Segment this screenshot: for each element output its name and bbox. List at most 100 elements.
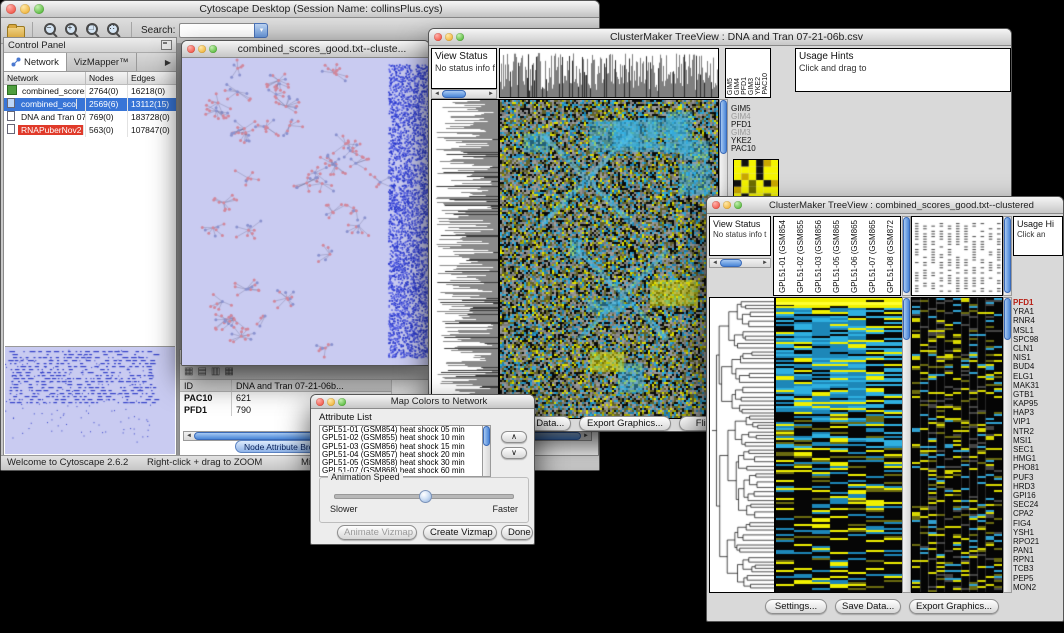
gene-label[interactable]: HMG1 — [1013, 454, 1063, 463]
select-attributes-icon[interactable]: ▦ — [184, 366, 193, 377]
export-graphics-button[interactable]: Export Graphics... — [579, 416, 671, 431]
array-column-label[interactable]: GPL51-02 (GSM855 — [796, 220, 805, 293]
network-graph-canvas[interactable] — [182, 58, 429, 365]
settings-button[interactable]: Settings... — [765, 599, 827, 614]
row-dendrogram-canvas[interactable] — [709, 297, 775, 593]
gene-label[interactable]: GIM5 — [727, 78, 734, 95]
gene-label[interactable]: SPC98 — [1013, 335, 1063, 344]
gene-label[interactable]: TCB3 — [1013, 564, 1063, 573]
main-window-titlebar[interactable]: Cytoscape Desktop (Session Name: collins… — [1, 1, 599, 18]
col-network[interactable]: Network — [4, 72, 86, 85]
scroll-left-icon[interactable]: ◄ — [710, 259, 720, 267]
create-vizmap-button[interactable]: Create Vizmap — [423, 525, 497, 540]
gene-label[interactable]: PAC10 — [762, 73, 769, 95]
gene-label[interactable]: YSH1 — [1013, 528, 1063, 537]
gene-label[interactable]: SEC24 — [1013, 500, 1063, 509]
gene-label[interactable]: PFD1 — [1013, 298, 1063, 307]
gene-label[interactable]: SEC1 — [1013, 445, 1063, 454]
minimize-icon[interactable] — [198, 45, 206, 53]
gene-label[interactable]: PEP5 — [1013, 574, 1063, 583]
scroll-right-icon[interactable]: ► — [486, 90, 496, 98]
scroll-right-icon[interactable]: ► — [760, 259, 770, 267]
minimize-icon[interactable] — [20, 4, 30, 14]
gene-label[interactable]: MSL1 — [1013, 326, 1063, 335]
gene-label[interactable]: RPN1 — [1013, 555, 1063, 564]
close-icon[interactable] — [316, 398, 324, 406]
gene-label[interactable]: PAN1 — [1013, 546, 1063, 555]
dialog-titlebar[interactable]: Map Colors to Network — [311, 395, 534, 409]
close-icon[interactable] — [434, 33, 442, 41]
gene-label[interactable]: KAP95 — [1013, 399, 1063, 408]
expression-heatmap-canvas[interactable] — [775, 297, 903, 593]
network-overview-panel[interactable] — [5, 346, 175, 454]
gene-label[interactable]: MAK31 — [1013, 381, 1063, 390]
done-button[interactable]: Done — [501, 525, 533, 540]
combo-dropdown-icon[interactable]: ▾ — [254, 23, 268, 38]
close-icon[interactable] — [712, 201, 720, 209]
gene-label[interactable]: GPI16 — [1013, 491, 1063, 500]
col-id[interactable]: ID — [180, 380, 232, 392]
array-column-label[interactable]: GPL51-03 (GSM856 — [814, 220, 823, 293]
col-attribute[interactable]: DNA and Tran 07-21-06b... — [232, 380, 392, 392]
gene-label[interactable]: HAP3 — [1013, 408, 1063, 417]
gene-label[interactable]: PHO81 — [1013, 463, 1063, 472]
gene-label[interactable]: YRA1 — [1013, 307, 1063, 316]
move-up-button[interactable]: ∧ — [501, 431, 527, 443]
gene-label[interactable]: CLN1 — [1013, 344, 1063, 353]
dendrogram-hscrollbar[interactable]: ◄ ► — [431, 89, 497, 99]
scroll-left-icon[interactable]: ◄ — [184, 432, 194, 440]
network-row[interactable]: combined_scores 2764(0) 16218(0) — [4, 85, 176, 98]
array-column-label[interactable]: GPL51-06 (GSM865 — [850, 220, 859, 293]
speed-slider-thumb[interactable] — [419, 490, 432, 503]
gene-label[interactable]: PAC10 — [731, 145, 783, 153]
col-nodes[interactable]: Nodes — [86, 72, 128, 85]
gene-label[interactable]: MON2 — [1013, 583, 1063, 592]
array-column-label[interactable]: GPL51-07 (GSM865 — [868, 220, 877, 293]
gene-label[interactable]: NTR2 — [1013, 427, 1063, 436]
close-icon[interactable] — [6, 4, 16, 14]
network-row[interactable]: RNAPuberNov2 563(0) 107847(0) — [4, 124, 176, 137]
dendrogram-hscrollbar[interactable]: ◄ ► — [709, 258, 771, 268]
column-dendrogram-canvas[interactable] — [499, 48, 719, 98]
float-panel-icon[interactable] — [161, 40, 172, 50]
maximize-icon[interactable] — [456, 33, 464, 41]
move-down-button[interactable]: ∨ — [501, 447, 527, 459]
minimize-icon[interactable] — [445, 33, 453, 41]
attribute-list-vscrollbar[interactable] — [482, 425, 491, 477]
import-attributes-icon[interactable]: ▦ — [224, 366, 233, 377]
maximize-icon[interactable] — [734, 201, 742, 209]
gene-label[interactable]: HRD3 — [1013, 482, 1063, 491]
export-graphics-button[interactable]: Export Graphics... — [909, 599, 999, 614]
gene-label[interactable]: ELG1 — [1013, 372, 1063, 381]
gene-label[interactable]: BUD4 — [1013, 362, 1063, 371]
save-data-button[interactable]: Save Data... — [835, 599, 901, 614]
tab-network[interactable]: Network — [4, 53, 67, 71]
gene-label[interactable]: RNR4 — [1013, 316, 1063, 325]
gene-label[interactable]: CPA2 — [1013, 509, 1063, 518]
minimize-icon[interactable] — [723, 201, 731, 209]
heatmap-vscrollbar[interactable] — [902, 297, 911, 593]
gene-label[interactable]: NIS1 — [1013, 353, 1063, 362]
array-column-label[interactable]: GPL51-08 (GSM872 — [886, 220, 895, 293]
array-column-label[interactable]: GPL51-01 (GSM854 — [778, 220, 787, 293]
attribute-list[interactable]: GPL51-01 (GSM854) heat shock 05 minGPL51… — [319, 425, 491, 477]
labels-vscrollbar[interactable] — [902, 216, 911, 296]
maximize-icon[interactable] — [338, 398, 346, 406]
gene-label[interactable]: VIP1 — [1013, 417, 1063, 426]
tab-vizmapper[interactable]: VizMapper™ — [67, 53, 137, 71]
attribute-matrix-icon[interactable]: ▥ — [211, 366, 220, 377]
zoom-heatmap-canvas[interactable] — [733, 159, 779, 201]
network-row-selected[interactable]: combined_sco 2569(6) 13112(15) — [4, 98, 176, 111]
tab-overflow-icon[interactable]: ▶ — [160, 53, 176, 71]
gene-label[interactable]: GIM4 — [734, 78, 741, 95]
attribute-table-icon[interactable]: ▤ — [197, 366, 206, 377]
gene-label[interactable]: RPO21 — [1013, 537, 1063, 546]
scroll-left-icon[interactable]: ◄ — [432, 90, 442, 98]
speed-slider-track[interactable] — [334, 494, 514, 499]
network-view-titlebar[interactable]: combined_scores_good.txt--cluste... — [182, 41, 429, 58]
scroll-right-icon[interactable]: ► — [581, 432, 591, 440]
row-dendrogram-canvas[interactable] — [431, 99, 499, 419]
network-row[interactable]: DNA and Tran 07 769(0) 183728(0) — [4, 111, 176, 124]
treeview-dna-titlebar[interactable]: ClusterMaker TreeView : DNA and Tran 07-… — [429, 29, 1011, 46]
secondary-heatmap-canvas[interactable] — [911, 297, 1003, 593]
